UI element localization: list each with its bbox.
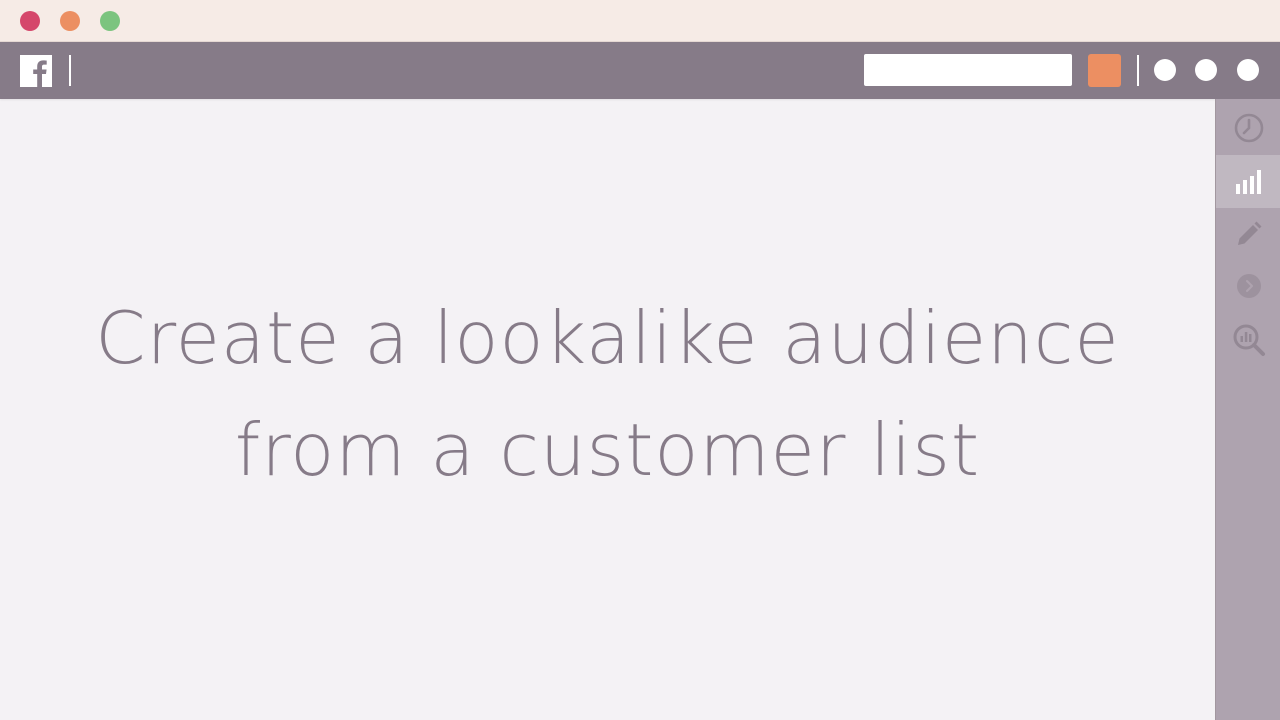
sidebar-item-edit[interactable] [1216,207,1280,260]
sidebar-item-search-insights[interactable] [1216,313,1280,366]
pencil-icon [1237,221,1261,245]
app-window: Create a lookalike audience from a custo… [0,0,1280,720]
search-input[interactable] [864,54,1072,86]
page-headline: Create a lookalike audience from a custo… [0,282,1215,506]
window-titlebar [0,0,1280,42]
magnifier-chart-icon [1233,324,1265,356]
sidebar-item-next[interactable] [1216,259,1280,312]
window-close-button[interactable] [20,11,40,31]
bar-chart-icon [1235,169,1261,194]
clock-icon [1234,113,1263,142]
window-minimize-button[interactable] [60,11,80,31]
sidebar-item-history[interactable] [1216,101,1280,154]
facebook-logo-icon[interactable] [20,55,52,87]
notification-button[interactable] [1088,54,1121,87]
navbar-divider-left [69,55,71,86]
sidebar-item-insights[interactable] [1216,155,1280,208]
top-navbar [0,42,1280,99]
headline-line-2: from a customer list [234,408,981,492]
nav-menu-dot-2[interactable] [1195,59,1217,81]
navbar-divider-right [1137,55,1139,86]
headline-line-1: Create a lookalike audience [95,296,1120,380]
chevron-right-icon [1236,273,1261,298]
right-sidebar [1215,99,1280,720]
nav-menu-dot-1[interactable] [1154,59,1176,81]
nav-menu-dot-3[interactable] [1237,59,1259,81]
window-maximize-button[interactable] [100,11,120,31]
